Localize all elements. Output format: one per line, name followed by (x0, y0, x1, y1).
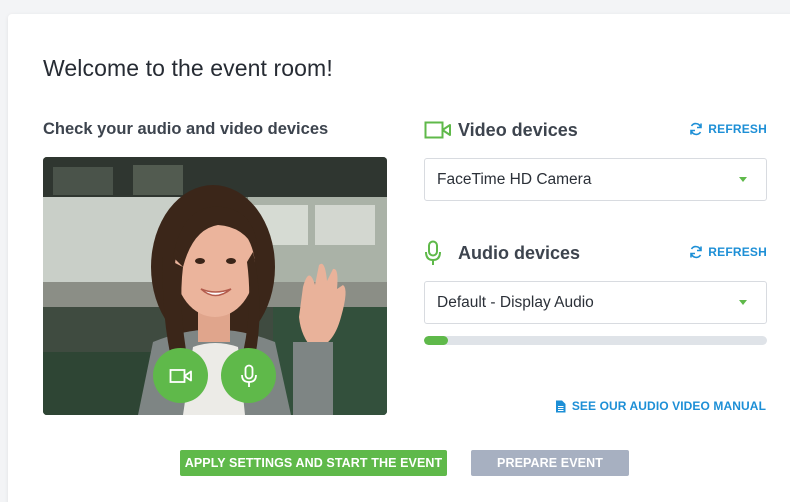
audio-device-select[interactable]: Default - Display Audio (424, 281, 767, 324)
check-devices-heading: Check your audio and video devices (43, 120, 329, 138)
audio-level-meter (424, 336, 767, 345)
prepare-event-button[interactable]: PREPARE EVENT (471, 450, 629, 476)
apply-settings-start-event-button[interactable]: APPLY SETTINGS AND START THE EVENT (180, 450, 447, 476)
video-camera-icon (169, 368, 192, 383)
audio-level-fill (424, 336, 448, 345)
chevron-down-icon (739, 300, 747, 305)
audio-device-selected: Default - Display Audio (437, 293, 594, 311)
refresh-icon (689, 122, 703, 136)
microphone-icon (240, 364, 257, 387)
refresh-video-devices-button[interactable]: REFRESH (689, 122, 767, 136)
camera-toggle-button[interactable] (153, 348, 208, 403)
manual-link-label: SEE OUR AUDIO VIDEO MANUAL (571, 399, 766, 413)
refresh-audio-devices-button[interactable]: REFRESH (689, 245, 767, 259)
microphone-toggle-button[interactable] (221, 348, 276, 403)
video-device-selected: FaceTime HD Camera (437, 170, 592, 188)
video-camera-icon (424, 118, 452, 142)
refresh-label: REFRESH (708, 245, 767, 259)
page-title: Welcome to the event room! (43, 55, 333, 81)
audio-devices-header: Audio devices (424, 240, 581, 265)
audio-video-manual-link[interactable]: SEE OUR AUDIO VIDEO MANUAL (555, 399, 766, 413)
document-icon (555, 400, 566, 413)
video-devices-header: Video devices (424, 118, 578, 142)
refresh-icon (689, 245, 703, 259)
refresh-label: REFRESH (708, 122, 767, 136)
audio-devices-title: Audio devices (458, 242, 581, 263)
chevron-down-icon (739, 177, 747, 182)
video-preview (43, 157, 387, 415)
camera-feed-image (43, 157, 387, 415)
microphone-icon (424, 240, 452, 265)
video-device-select[interactable]: FaceTime HD Camera (424, 158, 767, 201)
video-devices-title: Video devices (458, 119, 578, 140)
